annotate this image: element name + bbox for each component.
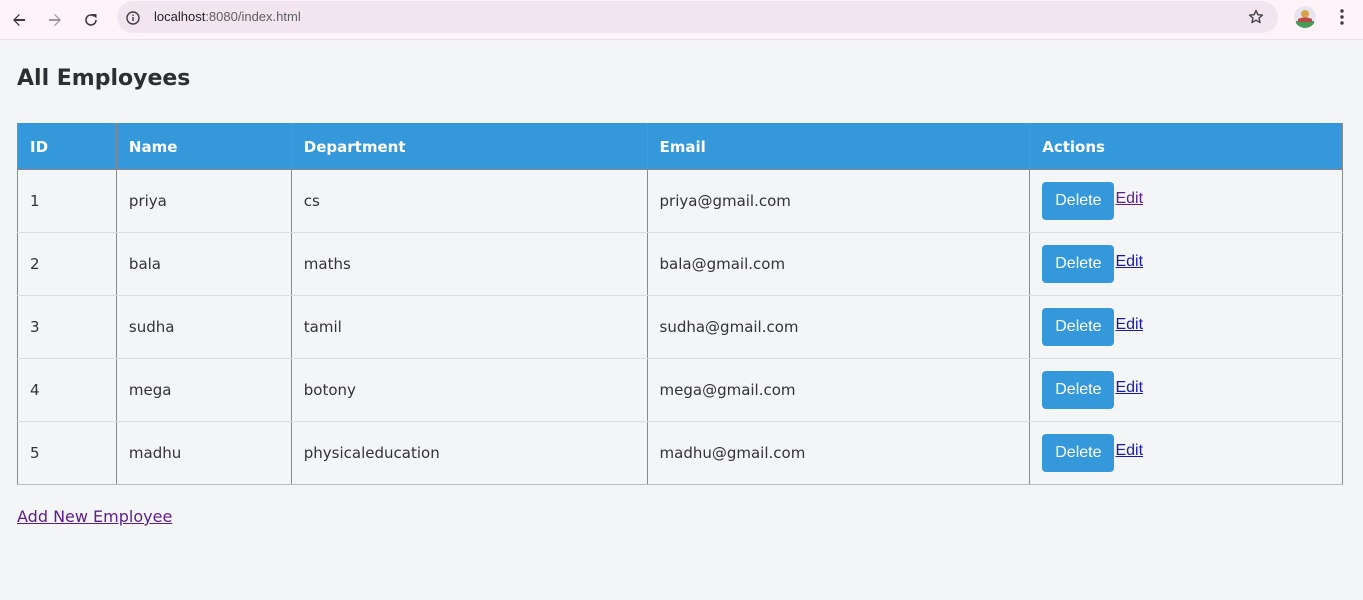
url-text: localhost:8080/index.html — [154, 9, 301, 24]
back-arrow-icon[interactable] — [5, 6, 33, 34]
delete-button[interactable]: Delete — [1042, 245, 1115, 283]
cell-email: madhu@gmail.com — [646, 421, 1031, 485]
delete-button[interactable]: Delete — [1042, 371, 1115, 409]
cell-name: mega — [115, 358, 292, 422]
cell-name: priya — [115, 169, 292, 233]
cell-department: botony — [290, 358, 648, 422]
edit-link[interactable]: Edit — [1115, 442, 1143, 459]
info-icon[interactable] — [126, 10, 140, 25]
table-row: 4 mega botony mega@gmail.com Delete Edit — [17, 358, 1343, 422]
delete-button[interactable]: Delete — [1042, 182, 1115, 220]
cell-actions: Delete Edit — [1029, 421, 1343, 485]
cell-email: sudha@gmail.com — [646, 295, 1031, 359]
table-row: 3 sudha tamil sudha@gmail.com Delete Edit — [17, 295, 1343, 359]
reload-icon[interactable] — [77, 6, 105, 34]
forward-arrow-icon[interactable] — [41, 6, 69, 34]
cell-name: sudha — [115, 295, 292, 359]
cell-id: 2 — [17, 232, 117, 296]
table-row: 1 priya cs priya@gmail.com Delete Edit — [17, 169, 1343, 233]
header-name: Name — [115, 123, 292, 170]
edit-link[interactable]: Edit — [1115, 316, 1143, 333]
cell-actions: Delete Edit — [1029, 295, 1343, 359]
header-email: Email — [646, 123, 1031, 170]
cell-email: priya@gmail.com — [646, 169, 1031, 233]
address-bar[interactable]: localhost:8080/index.html — [117, 1, 1278, 33]
table-row: 5 madhu physicaleducation madhu@gmail.co… — [17, 421, 1343, 485]
cell-id: 1 — [17, 169, 117, 233]
profile-avatar[interactable] — [1294, 6, 1316, 28]
cell-actions: Delete Edit — [1029, 232, 1343, 296]
cell-department: maths — [290, 232, 648, 296]
edit-link[interactable]: Edit — [1115, 253, 1143, 270]
header-department: Department — [290, 123, 648, 170]
browser-toolbar: localhost:8080/index.html — [0, 0, 1363, 40]
bookmark-star-icon[interactable] — [1248, 9, 1264, 25]
cell-actions: Delete Edit — [1029, 169, 1343, 233]
cell-id: 5 — [17, 421, 117, 485]
header-id: ID — [17, 123, 117, 170]
delete-button[interactable]: Delete — [1042, 308, 1115, 346]
table-header-row: ID Name Department Email Actions — [17, 123, 1343, 170]
cell-name: madhu — [115, 421, 292, 485]
cell-email: mega@gmail.com — [646, 358, 1031, 422]
cell-name: bala — [115, 232, 292, 296]
cell-email: bala@gmail.com — [646, 232, 1031, 296]
cell-department: cs — [290, 169, 648, 233]
kebab-menu-icon[interactable] — [1332, 7, 1352, 27]
header-actions: Actions — [1029, 123, 1343, 170]
cell-actions: Delete Edit — [1029, 358, 1343, 422]
edit-link[interactable]: Edit — [1115, 379, 1143, 396]
edit-link[interactable]: Edit — [1115, 190, 1143, 207]
cell-id: 3 — [17, 295, 117, 359]
table-row: 2 bala maths bala@gmail.com Delete Edit — [17, 232, 1343, 296]
cell-department: physicaleducation — [290, 421, 648, 485]
cell-id: 4 — [17, 358, 117, 422]
page-title: All Employees — [17, 66, 191, 91]
cell-department: tamil — [290, 295, 648, 359]
employees-table: ID Name Department Email Actions 1 priya… — [17, 123, 1343, 485]
delete-button[interactable]: Delete — [1042, 434, 1115, 472]
add-new-employee-link[interactable]: Add New Employee — [17, 507, 172, 527]
